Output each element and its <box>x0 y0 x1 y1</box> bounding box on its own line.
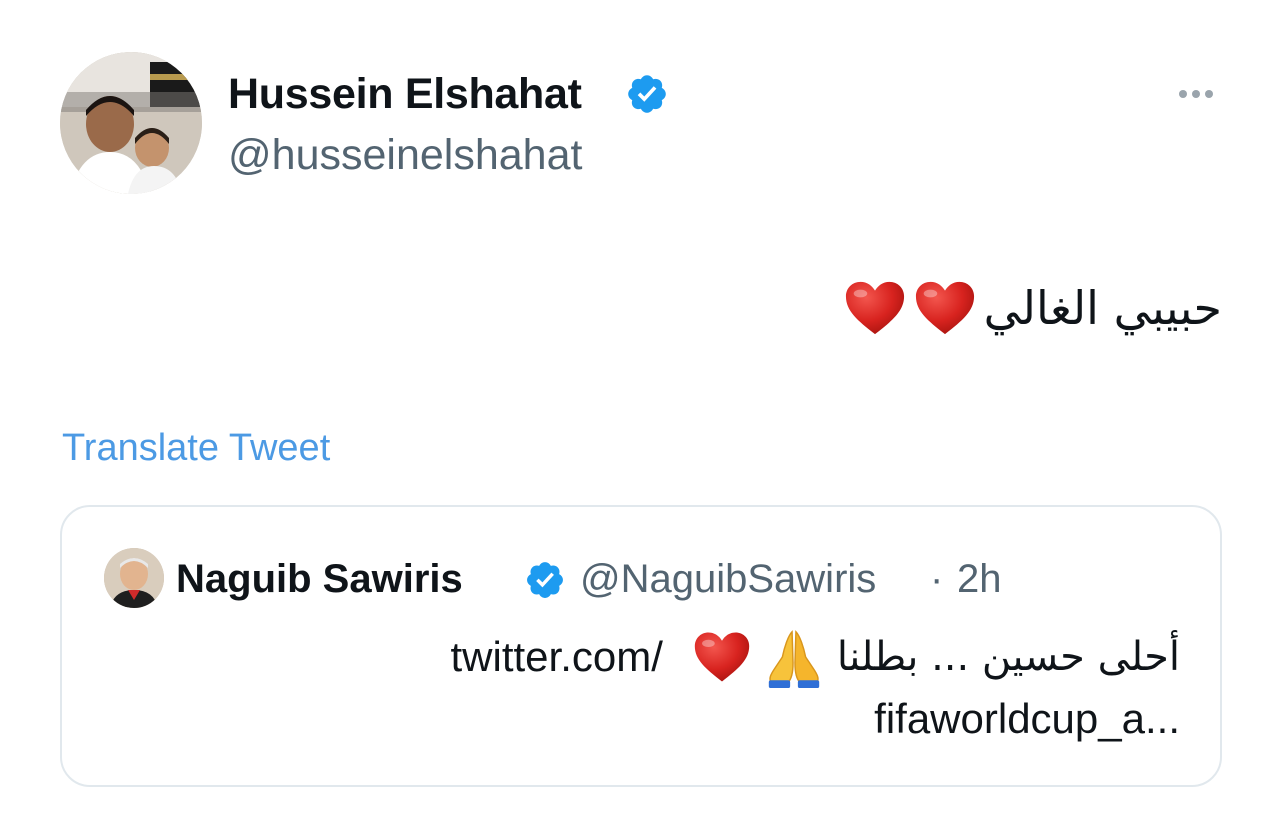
more-options-button[interactable] <box>1172 80 1220 108</box>
more-dot-icon <box>1205 90 1213 98</box>
red-heart-icon <box>915 281 974 335</box>
verified-badge-icon <box>628 75 666 113</box>
author-avatar[interactable] <box>60 52 202 194</box>
avatar-photo <box>104 548 164 608</box>
folded-hands-icon <box>768 630 820 688</box>
red-heart-icon <box>845 281 904 335</box>
quote-timestamp[interactable]: 2h <box>957 554 1002 604</box>
quote-author-name[interactable]: Naguib Sawiris <box>176 554 463 604</box>
quote-link-part2[interactable]: fifaworldcup_a... <box>874 691 1180 747</box>
avatar-photo <box>60 52 202 194</box>
quote-author-handle[interactable]: @NaguibSawiris <box>580 554 876 604</box>
author-name[interactable]: Hussein Elshahat <box>228 66 582 122</box>
tweet-text: حبيبي الغالي <box>844 268 1222 348</box>
quote-text-arabic: أحلى حسين ... بطلنا <box>836 634 1180 680</box>
author-handle[interactable]: @husseinelshahat <box>228 127 582 183</box>
quote-text-line: أحلى حسين ... بطلنا twitter.com/ <box>451 625 1180 689</box>
quote-author-avatar[interactable] <box>104 548 164 608</box>
meta-separator: · <box>930 557 944 601</box>
more-dot-icon <box>1179 90 1187 98</box>
red-heart-icon <box>694 632 750 682</box>
more-dot-icon <box>1192 90 1200 98</box>
quoted-tweet-card[interactable]: Naguib Sawiris @NaguibSawiris · 2h أحلى … <box>60 505 1222 787</box>
verified-badge-icon <box>527 562 563 598</box>
tweet-text-arabic: حبيبي الغالي <box>983 281 1222 335</box>
translate-tweet-link[interactable]: Translate Tweet <box>62 424 330 472</box>
quote-link-part1[interactable]: twitter.com/ <box>451 625 663 689</box>
